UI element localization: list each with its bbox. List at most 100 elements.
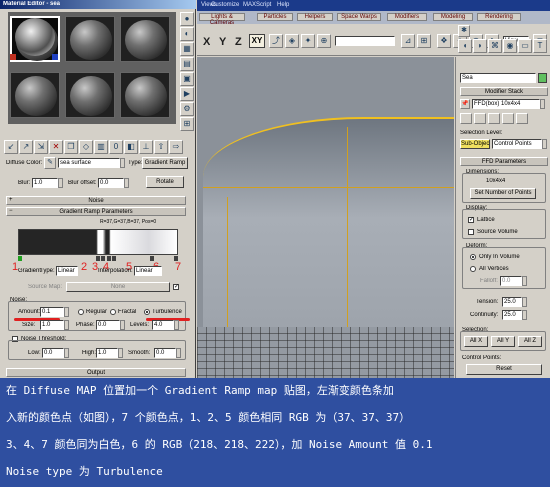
gradient-ramp-bar[interactable] — [18, 229, 178, 255]
type-button[interactable]: Gradient Ramp — [142, 157, 188, 169]
stack-icon[interactable] — [474, 113, 486, 124]
tab-modifiers[interactable]: Modifiers — [387, 13, 427, 21]
smooth-spinner[interactable] — [176, 348, 181, 358]
tab-particles[interactable]: Particles — [257, 13, 293, 21]
go-to-parent-icon[interactable]: ⇧ — [154, 140, 168, 154]
material-editor-titlebar[interactable]: Material Editor - sea — [0, 0, 196, 9]
gradient-rollout-header[interactable]: Gradient Ramp Parameters — [6, 207, 186, 216]
perspective-viewport[interactable] — [197, 57, 454, 378]
display-icon[interactable]: ▭ — [518, 39, 532, 53]
phase-field[interactable]: 0.0 — [96, 320, 120, 330]
menu-help[interactable]: Help — [277, 2, 289, 8]
size-spinner[interactable] — [64, 320, 69, 330]
sample-slot-2[interactable] — [65, 16, 115, 62]
stack-icon[interactable] — [488, 113, 500, 124]
interpolation-dropdown[interactable]: Linear — [134, 266, 162, 276]
noise-rollout-header[interactable]: Noise — [6, 196, 186, 205]
go-forward-icon[interactable]: ⇨ — [169, 140, 183, 154]
map-name-dropdown-arrow[interactable] — [120, 158, 125, 168]
show-end-result-icon[interactable]: ⊥ — [139, 140, 153, 154]
options-icon[interactable]: ⚙ — [180, 102, 194, 116]
motion-icon[interactable]: ◉ — [503, 39, 517, 53]
object-name-field[interactable]: Sea — [460, 73, 536, 83]
toolbar-icon[interactable]: ⊕ — [317, 34, 331, 48]
all-vertices-radio[interactable] — [470, 266, 476, 272]
named-selection-dropdown[interactable] — [335, 36, 395, 46]
tab-modeling[interactable]: Modeling — [433, 13, 473, 21]
set-number-of-points-button[interactable]: Set Number of Points — [470, 188, 536, 199]
reset-button[interactable]: Reset — [466, 364, 542, 375]
axis-x-button[interactable]: X — [203, 36, 210, 48]
turbulence-radio[interactable] — [144, 309, 150, 315]
low-field[interactable]: 0.0 — [42, 348, 64, 358]
source-map-checkbox[interactable]: ✓ — [173, 284, 179, 290]
tab-space-warps[interactable]: Space Warps — [337, 13, 381, 21]
continuity-field[interactable]: 25.0 — [502, 310, 522, 320]
axis-y-button[interactable]: Y — [219, 36, 226, 48]
toolbar-icon[interactable]: ✦ — [301, 34, 315, 48]
make-unique-icon[interactable]: ◇ — [79, 140, 93, 154]
toolbar-icon[interactable]: ⊿ — [401, 34, 415, 48]
only-in-volume-radio[interactable] — [470, 254, 476, 260]
rotate-button[interactable]: Rotate — [146, 176, 184, 188]
axis-xy-button[interactable]: XY — [249, 34, 265, 48]
axis-z-button[interactable]: Z — [235, 36, 242, 48]
stack-icon[interactable] — [460, 113, 472, 124]
show-map-icon[interactable]: ◧ — [124, 140, 138, 154]
amount-spinner[interactable] — [64, 307, 69, 317]
material-effects-icon[interactable]: 0 — [109, 140, 123, 154]
select-by-material-icon[interactable]: ⊞ — [180, 117, 194, 131]
falloff-spinner[interactable] — [522, 276, 527, 286]
sample-slot-3[interactable] — [120, 16, 170, 62]
blur-field[interactable]: 1.0 — [32, 178, 58, 188]
blur-offset-field[interactable]: 0.0 — [98, 178, 124, 188]
modify-icon[interactable]: ◗ — [473, 39, 487, 53]
stack-icon[interactable] — [516, 113, 528, 124]
levels-field[interactable]: 4.0 — [152, 320, 174, 330]
object-color-swatch[interactable] — [538, 73, 547, 83]
phase-spinner[interactable] — [120, 320, 125, 330]
backlight-icon[interactable]: ◐ — [180, 27, 194, 41]
sample-slot-4[interactable] — [10, 72, 60, 118]
sub-object-button[interactable]: Sub-Object — [460, 139, 490, 149]
blur-offset-spinner[interactable] — [124, 178, 129, 188]
toolbar-icon[interactable]: ❖ — [437, 34, 451, 48]
menu-maxscript[interactable]: MAXScript — [243, 2, 271, 8]
get-material-icon[interactable]: ↙ — [4, 140, 18, 154]
create-icon[interactable]: ◖ — [458, 39, 472, 53]
tab-rendering[interactable]: Rendering — [477, 13, 521, 21]
size-field[interactable]: 1.0 — [40, 320, 64, 330]
stack-dropdown-arrow[interactable] — [540, 99, 545, 109]
continuity-spinner[interactable] — [522, 310, 527, 320]
smooth-field[interactable]: 0.0 — [154, 348, 176, 358]
toolbar-icon[interactable]: ⤴ — [269, 34, 283, 48]
source-volume-checkbox[interactable] — [468, 229, 474, 235]
high-field[interactable]: 1.0 — [96, 348, 118, 358]
sample-slot-6[interactable] — [120, 72, 170, 118]
output-rollout-header[interactable]: Output — [6, 368, 186, 377]
create-tab-icon[interactable]: ✱ — [458, 25, 470, 37]
low-spinner[interactable] — [64, 348, 69, 358]
video-check-icon[interactable]: ▣ — [180, 72, 194, 86]
utilities-icon[interactable]: T — [533, 39, 547, 53]
sub-object-arrow[interactable] — [542, 139, 547, 149]
levels-spinner[interactable] — [174, 320, 179, 330]
flag-1[interactable] — [18, 256, 22, 261]
tension-spinner[interactable] — [522, 297, 527, 307]
hierarchy-icon[interactable]: ⌘ — [488, 39, 502, 53]
tab-helpers[interactable]: Helpers — [297, 13, 333, 21]
amount-field[interactable]: 0.1 — [40, 307, 64, 317]
tab-lights-cameras[interactable]: Lights & Cameras — [199, 13, 245, 26]
reset-map-icon[interactable]: ✕ — [49, 140, 63, 154]
ffd-parameters-header[interactable]: FFD Parameters — [460, 157, 548, 166]
stack-icon[interactable] — [502, 113, 514, 124]
regular-radio[interactable] — [78, 309, 84, 315]
put-to-scene-icon[interactable]: ↗ — [19, 140, 33, 154]
toolbar-icon[interactable]: ⊞ — [417, 34, 431, 48]
flag-5[interactable] — [112, 256, 116, 261]
assign-material-icon[interactable]: ⇲ — [34, 140, 48, 154]
all-y-button[interactable]: All Y — [491, 336, 515, 347]
map-name-field[interactable]: sea surface — [58, 158, 120, 168]
tiling-icon[interactable]: ▤ — [180, 57, 194, 71]
sample-slot-5[interactable] — [65, 72, 115, 118]
